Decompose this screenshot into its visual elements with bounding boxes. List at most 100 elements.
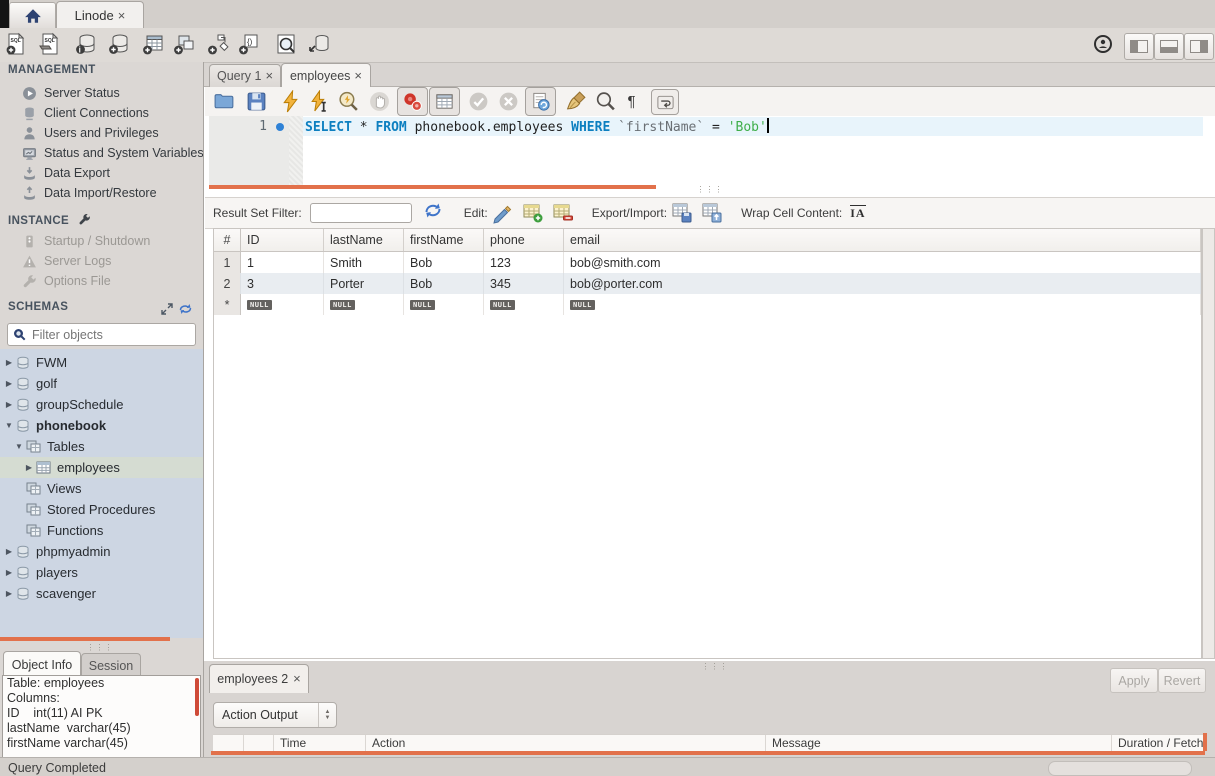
tree-node-views[interactable]: Views — [0, 478, 203, 499]
find-icon[interactable] — [594, 90, 617, 113]
chevron-right-icon[interactable]: ▶ — [4, 400, 14, 409]
tree-node-stored-procedures[interactable]: Stored Procedures — [0, 499, 203, 520]
close-tab-button[interactable]: × — [118, 11, 126, 21]
schema-item-scavenger[interactable]: ▶ scavenger — [0, 583, 203, 604]
row-number-cell[interactable]: 2 — [214, 273, 241, 294]
toggle-stop-on-error-button[interactable] — [397, 87, 428, 116]
close-tab-button[interactable]: × — [354, 71, 362, 81]
connection-tab[interactable]: Linode × — [56, 1, 144, 29]
sidebar-item-server-logs[interactable]: Server Logs — [0, 251, 203, 271]
execute-current-icon[interactable] — [308, 90, 331, 113]
open-file-icon[interactable] — [213, 90, 236, 113]
column-header-firstname[interactable]: firstName — [404, 229, 484, 251]
show-invisibles-icon[interactable]: ¶ — [620, 90, 643, 113]
cell-firstname[interactable]: Bob — [404, 273, 484, 294]
chevron-right-icon[interactable]: ▶ — [4, 547, 14, 556]
editor-results-splitter-handle[interactable]: ⋮⋮⋮ — [695, 185, 725, 194]
insert-row-icon[interactable] — [522, 202, 544, 224]
revert-button[interactable]: Revert — [1158, 668, 1206, 693]
close-tab-button[interactable]: × — [293, 674, 301, 684]
row-number-cell[interactable]: 1 — [214, 252, 241, 273]
wrap-text-button[interactable] — [651, 89, 679, 115]
export-recordset-icon[interactable] — [671, 202, 693, 224]
schema-filter-input[interactable] — [30, 327, 195, 343]
new-view-icon[interactable] — [172, 32, 196, 56]
sidebar-horizontal-scrollbar[interactable] — [0, 637, 170, 641]
result-filter-input[interactable] — [310, 203, 412, 223]
sidebar-item-server-status[interactable]: Server Status — [0, 83, 203, 103]
expand-schemas-icon[interactable] — [161, 303, 173, 315]
tree-node-tables[interactable]: ▼ Tables — [0, 436, 203, 457]
column-header-id[interactable]: ID — [241, 229, 324, 251]
explain-icon[interactable] — [337, 90, 360, 113]
column-header-time[interactable]: Time — [274, 735, 366, 752]
schema-item-players[interactable]: ▶ players — [0, 562, 203, 583]
stop-icon[interactable] — [368, 90, 391, 113]
tab-session[interactable]: Session — [81, 653, 141, 677]
chevron-right-icon[interactable]: ▶ — [4, 589, 14, 598]
new-connection-icon[interactable] — [107, 32, 131, 56]
editor-horizontal-scrollbar[interactable] — [209, 185, 656, 189]
schema-item-golf[interactable]: ▶ golf — [0, 373, 203, 394]
sidebar-splitter-handle[interactable]: ⋮⋮⋮ — [85, 643, 115, 652]
new-procedure-icon[interactable] — [206, 32, 230, 56]
sidebar-item-data-import[interactable]: Data Import/Restore — [0, 183, 203, 203]
select-stepper[interactable]: ▲ ▼ — [318, 703, 336, 727]
reconnect-dbms-icon[interactable] — [307, 32, 331, 56]
open-sql-script-icon[interactable]: SQL — [37, 32, 61, 56]
result-grid-vertical-scrollbar[interactable] — [1202, 228, 1215, 659]
action-output-vertical-scrollbar[interactable] — [1203, 733, 1207, 751]
column-header-phone[interactable]: phone — [484, 229, 564, 251]
new-sql-tab-icon[interactable]: SQL — [4, 32, 28, 56]
cell-lastname[interactable]: Porter — [324, 273, 404, 294]
wrap-cell-content-icon[interactable]: IA — [850, 205, 865, 221]
cell-email[interactable]: bob@porter.com — [564, 273, 1201, 294]
column-header-duration[interactable]: Duration / Fetch — [1112, 735, 1205, 752]
new-schema-icon[interactable]: i — [74, 32, 98, 56]
execute-icon[interactable] — [279, 90, 302, 113]
sidebar-item-data-export[interactable]: Data Export — [0, 163, 203, 183]
limit-rows-button[interactable] — [429, 87, 460, 116]
tree-node-functions[interactable]: Functions — [0, 520, 203, 541]
close-tab-button[interactable]: × — [265, 71, 273, 81]
tab-object-info[interactable]: Object Info — [3, 651, 81, 677]
cell-id[interactable]: 1 — [241, 252, 324, 273]
tab-employees[interactable]: employees × — [281, 63, 371, 87]
chevron-right-icon[interactable]: ▶ — [4, 568, 14, 577]
schema-item-phonebook[interactable]: ▼ phonebook — [0, 415, 203, 436]
output-type-select[interactable]: Action Output ▲ ▼ — [213, 702, 337, 728]
status-bar-scrollbar-thumb[interactable] — [1048, 761, 1192, 776]
cell-phone[interactable]: 345 — [484, 273, 564, 294]
cell-email[interactable]: bob@smith.com — [564, 252, 1201, 273]
cell-id[interactable]: 3 — [241, 273, 324, 294]
refresh-schemas-icon[interactable] — [179, 303, 192, 315]
sidebar-item-startup-shutdown[interactable]: Startup / Shutdown — [0, 231, 203, 251]
rollback-icon[interactable] — [497, 90, 520, 113]
toggle-secondary-sidebar-button[interactable] — [1184, 33, 1214, 60]
sidebar-item-users-privileges[interactable]: Users and Privileges — [0, 123, 203, 143]
cell-phone[interactable]: 123 — [484, 252, 564, 273]
toggle-autocommit-button[interactable] — [525, 87, 556, 116]
column-header-action[interactable]: Action — [366, 735, 766, 752]
cell-null[interactable]: NULL — [564, 294, 1201, 315]
sidebar-item-options-file[interactable]: Options File — [0, 271, 203, 291]
cell-null[interactable]: NULL — [484, 294, 564, 315]
toggle-output-area-button[interactable] — [1154, 33, 1184, 60]
table-inspector-icon[interactable] — [274, 32, 298, 56]
sql-editor[interactable]: 1 SELECT * FROM phonebook.employees WHER… — [205, 116, 1203, 185]
import-recordset-icon[interactable] — [701, 202, 723, 224]
results-output-splitter-handle[interactable]: ⋮⋮⋮ — [700, 662, 730, 671]
toggle-sidebar-button[interactable] — [1124, 33, 1154, 60]
object-info-scrollbar[interactable] — [195, 678, 199, 716]
column-header-message[interactable]: Message — [766, 735, 1112, 752]
cell-null[interactable]: NULL — [241, 294, 324, 315]
action-output-horizontal-scrollbar[interactable] — [211, 751, 1205, 755]
cell-null[interactable]: NULL — [324, 294, 404, 315]
tab-result-employees-2[interactable]: employees 2 × — [209, 664, 309, 693]
delete-row-icon[interactable] — [552, 202, 574, 224]
chevron-right-icon[interactable]: ▶ — [4, 358, 14, 367]
schema-item-groupschedule[interactable]: ▶ groupSchedule — [0, 394, 203, 415]
column-header-lastname[interactable]: lastName — [324, 229, 404, 251]
refresh-results-icon[interactable] — [424, 202, 446, 224]
sidebar-item-client-connections[interactable]: Client Connections — [0, 103, 203, 123]
